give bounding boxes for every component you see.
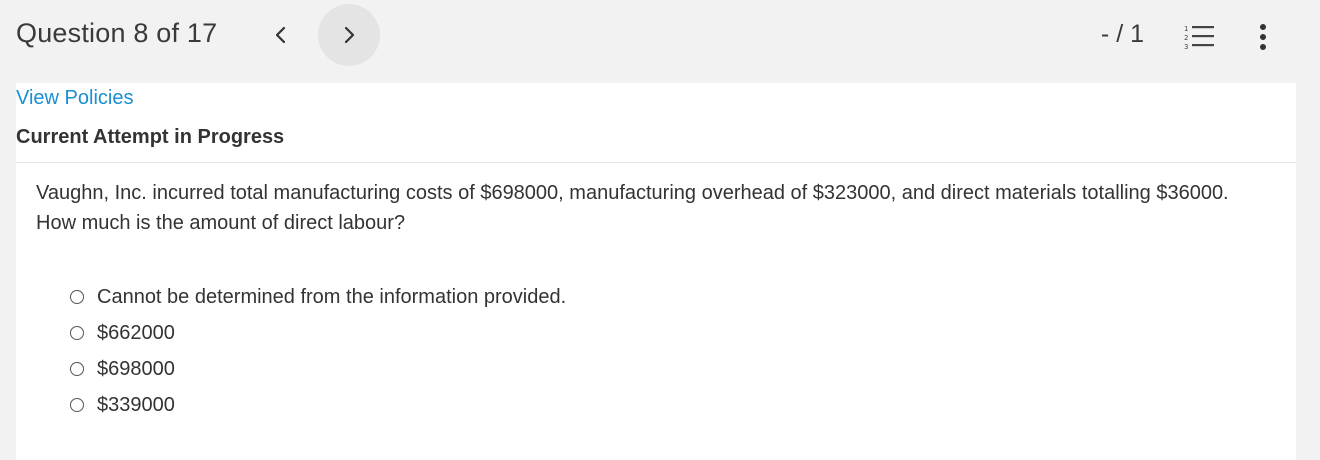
more-vertical-icon[interactable] [1255, 22, 1271, 52]
question-text: Vaughn, Inc. incurred total manufacturin… [36, 182, 1229, 234]
answer-options: Cannot be determined from the informatio… [70, 279, 566, 423]
question-header: Question 8 of 17 - / 1 1 2 3 [0, 0, 1320, 83]
question-counter: Question 8 of 17 [16, 18, 218, 48]
attempt-status: Current Attempt in Progress [16, 126, 285, 148]
answer-option-1[interactable]: Cannot be determined from the informatio… [70, 279, 566, 315]
answer-option-label: $698000 [97, 357, 175, 380]
view-policies-link[interactable]: View Policies [16, 87, 133, 110]
svg-text:3: 3 [1184, 43, 1188, 51]
svg-text:2: 2 [1184, 34, 1188, 42]
answer-option-3[interactable]: $698000 [70, 351, 566, 387]
answer-option-label: Cannot be determined from the informatio… [97, 285, 567, 308]
answer-option-2[interactable]: $662000 [70, 315, 566, 351]
answer-option-4[interactable]: $339000 [70, 387, 566, 423]
previous-question-button[interactable] [250, 4, 312, 66]
radio-button[interactable] [70, 362, 84, 376]
score-display: - / 1 [1100, 20, 1144, 48]
radio-button[interactable] [70, 398, 84, 412]
question-card: View Policies Current Attempt in Progres… [16, 83, 1296, 460]
chevron-right-icon [344, 26, 355, 44]
numbered-list-icon[interactable]: 1 2 3 [1184, 23, 1216, 51]
svg-text:1: 1 [1184, 25, 1188, 33]
next-question-button[interactable] [318, 4, 380, 66]
radio-button[interactable] [70, 290, 84, 304]
answer-option-label: $662000 [97, 321, 175, 344]
divider [16, 162, 1296, 163]
radio-button[interactable] [70, 326, 84, 340]
chevron-left-icon [275, 26, 286, 44]
answer-option-label: $339000 [97, 393, 175, 416]
